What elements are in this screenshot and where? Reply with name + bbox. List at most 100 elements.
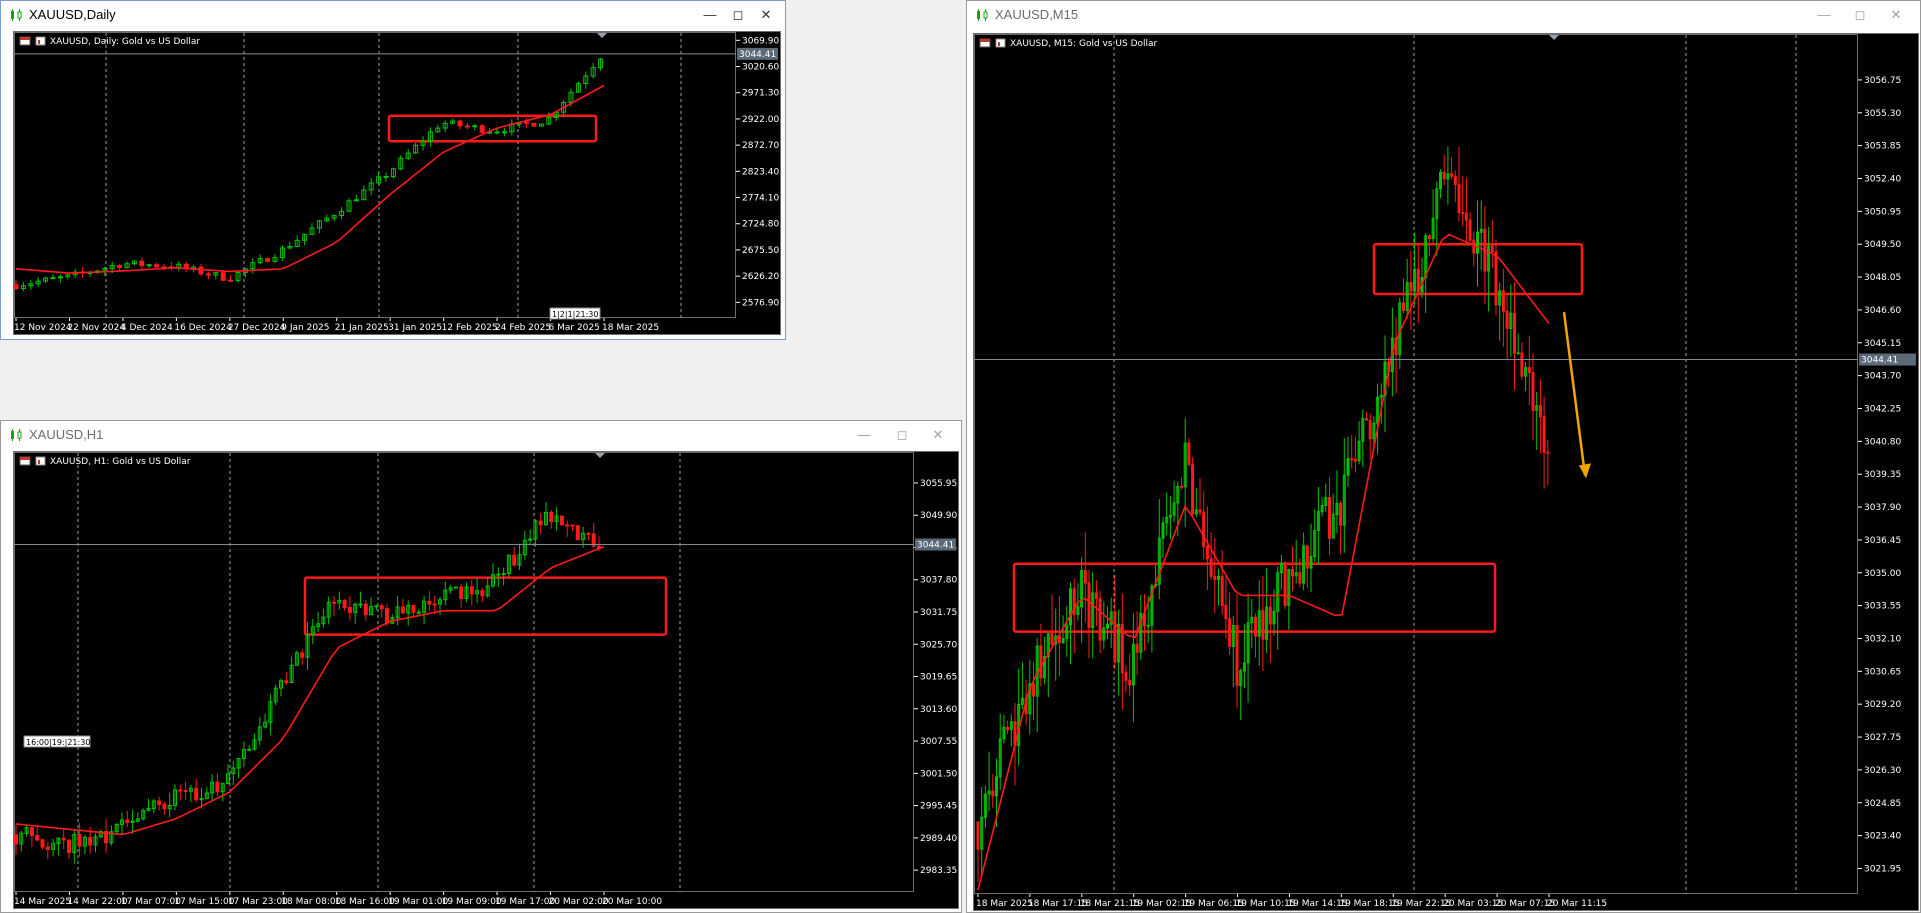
x-axis-label: 17 Mar 07:00 [121,897,181,907]
y-axis-label: 3050.95 [1864,207,1901,217]
candle-body [1350,458,1354,461]
candle-body [1128,679,1132,686]
window-daily[interactable]: XAUUSD,Daily — ◻ ✕ 3069.90 3020.60 2971.30… [0,0,786,340]
candle-body [1538,405,1542,418]
candle-body [1453,175,1457,186]
flag-icon-stripe [20,457,30,460]
candle-body [178,789,183,792]
projection-arrow-head [1579,463,1591,479]
candle-body [88,836,93,846]
chart-header: XAUUSD, M15: Gold vs US Dollar [979,38,1158,49]
candle-body [1339,502,1343,526]
close-button[interactable]: ✕ [753,5,779,25]
y-axis-label: 3037.90 [1864,503,1901,513]
candle-body [427,600,432,605]
candle-body [400,606,405,614]
candle-body [1468,219,1472,241]
candle-body [1032,683,1035,697]
y-axis-label: 2626.20 [742,272,779,282]
y-axis-label: 2922.00 [742,115,779,125]
x-axis-label: 17 Mar 15:00 [174,897,234,907]
plot-frame [14,452,914,892]
candle-body [194,787,199,801]
close-button[interactable]: ✕ [1883,5,1909,25]
candle-body [347,606,352,614]
time-badge-label: 1|2|1|21:30 [552,310,598,319]
minimize-button[interactable]: — [1811,5,1837,25]
candle-body [586,532,591,535]
y-axis-label: 3037.80 [920,576,957,586]
window-h1[interactable]: XAUUSD,H1 — ◻ ✕ 3055.953049.903043.85303… [0,420,962,913]
candlestick-icon [11,429,22,441]
candle-body [575,525,580,541]
candle-body [1191,463,1195,515]
y-axis-label: 3055.30 [1864,109,1901,119]
candle-body [1124,672,1128,681]
chart-icon [35,456,46,466]
title-bar-m15[interactable]: XAUUSD,M15 — ◻ ✕ [967,1,1920,29]
maximize-button[interactable]: ◻ [889,425,915,445]
minimize-button[interactable]: — [851,425,877,445]
minimize-button[interactable]: — [697,5,723,25]
candle-body [512,554,517,566]
y-axis-label: 2995.45 [920,802,957,812]
candle-body [1135,643,1139,653]
candle-body [1368,419,1372,440]
candle-body [157,800,162,805]
candle-body [35,834,40,841]
candle-body [379,605,384,610]
candle-body [220,272,226,281]
y-axis-label: 3013.60 [920,705,957,715]
plot-frame [14,32,736,318]
candle-body [1516,352,1520,355]
candle-body [1427,235,1431,240]
chart-h1[interactable]: 3055.953049.903043.853037.803031.753025.… [13,451,959,909]
chart-svg: 3055.953049.903043.853037.803031.753025.… [14,452,957,907]
candle-body [1546,451,1550,454]
y-axis-label: 2989.40 [920,834,957,844]
candle-body [14,834,18,845]
candle-body [457,120,463,127]
window-m15[interactable]: XAUUSD,M15 — ◻ ✕ 3056.75 3055.30 3053.85 30… [966,0,1921,913]
y-axis-label: 3031.75 [920,608,957,618]
x-axis-label: 31 Jan 2025 [388,323,442,333]
y-axis-label: 3052.40 [1864,174,1901,184]
moving-average-line [15,84,605,274]
chart-svg: 3056.75 3055.30 3053.85 3052.40 3050.95 3049.… [974,34,1916,909]
y-axis-label: 3049.90 [920,511,957,521]
candle-body [374,605,379,608]
candle-body [416,611,421,614]
y-axis-label: 3029.20 [1864,700,1901,710]
candle-body [1442,171,1446,180]
x-axis-label: 27 Dec 2024 [228,323,286,333]
candle-body [1098,598,1102,641]
candle-body [472,125,478,128]
chart-daily[interactable]: 3069.90 3020.60 2971.30 2922.00 2872.70 2823.… [13,31,781,335]
candle-body [1205,546,1209,560]
candle-body [1457,184,1461,214]
candle-body [1083,570,1087,584]
candle-body [1353,458,1357,462]
maximize-button[interactable]: ◻ [725,5,751,25]
candle-body [464,125,470,128]
title-bar-h1[interactable]: XAUUSD,H1 — ◻ ✕ [1,421,961,449]
zone-rectangle [387,114,598,143]
x-axis-label: 6 Mar 2025 [549,323,600,333]
y-axis-label: 3019.65 [920,673,957,683]
candle-body [1472,239,1476,254]
candle-body [342,599,347,608]
y-axis-label: 2675.50 [742,246,779,256]
candle-body [469,586,474,595]
y-axis-label: 3039.35 [1864,470,1901,480]
y-axis-label: 2774.10 [742,194,779,204]
maximize-button[interactable]: ◻ [1847,5,1873,25]
flag-icon-stripe [20,37,30,40]
x-axis-label: 18 Mar 08:00 [281,897,341,907]
y-axis-label: 3042.25 [1864,404,1901,414]
close-button[interactable]: ✕ [925,425,951,445]
candle-body [496,573,501,576]
title-bar-daily[interactable]: XAUUSD,Daily — ◻ ✕ [1,1,785,29]
chart-m15[interactable]: 3056.75 3055.30 3053.85 3052.40 3050.95 3049.… [973,33,1919,911]
projection-arrow [1562,312,1587,476]
x-axis-label: 18 Mar 2025 [976,899,1033,909]
